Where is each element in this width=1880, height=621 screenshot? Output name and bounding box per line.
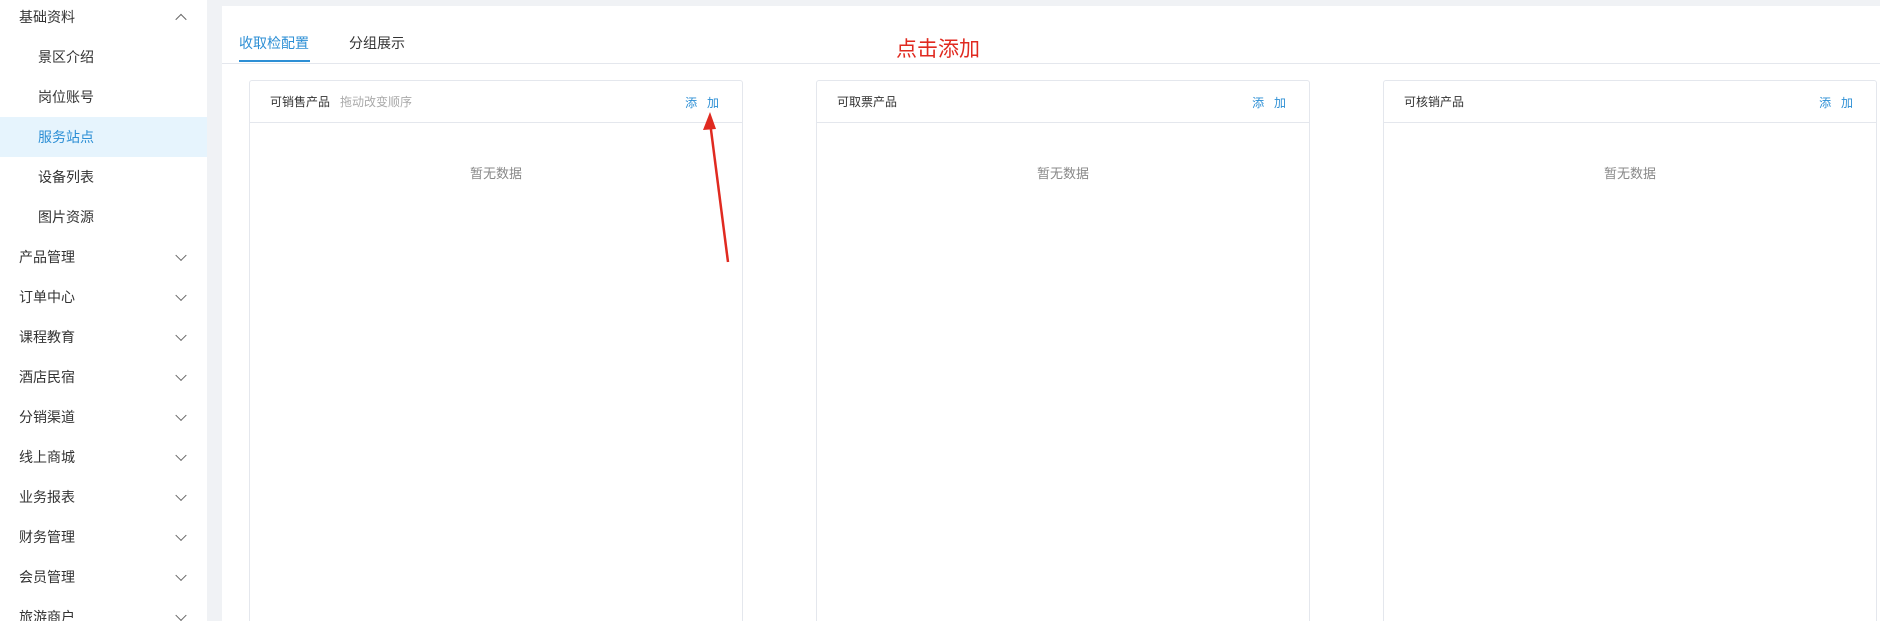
sidebar: 基础资料 景区介绍 岗位账号 服务站点 设备列表 图片资源 产品管理 订单中心 … — [0, 0, 207, 621]
card-header: 可核销产品 添 加 — [1384, 81, 1876, 123]
chevron-down-icon — [175, 289, 187, 302]
chevron-down-icon — [175, 569, 187, 582]
sidebar-group-label: 分销渠道 — [19, 410, 75, 426]
sidebar-group-basic-data[interactable]: 基础资料 — [0, 0, 207, 37]
sidebar-group-label: 会员管理 — [19, 570, 75, 586]
card-title: 可取票产品 — [837, 95, 898, 109]
empty-state: 暂无数据 — [1036, 167, 1089, 182]
add-button[interactable]: 添 加 — [1252, 94, 1289, 111]
sidebar-group-order-center[interactable]: 订单中心 — [0, 277, 207, 317]
card-title: 可核销产品 — [1404, 95, 1465, 109]
chevron-down-icon — [175, 489, 187, 502]
empty-state: 暂无数据 — [469, 167, 522, 182]
empty-state: 暂无数据 — [1603, 167, 1656, 182]
chevron-down-icon — [175, 369, 187, 382]
sidebar-group-label: 课程教育 — [19, 330, 75, 346]
sidebar-item-image-resources[interactable]: 图片资源 — [0, 197, 207, 237]
sidebar-group-label: 旅游商户 — [19, 610, 75, 621]
sidebar-group-product-mgmt[interactable]: 产品管理 — [0, 237, 207, 277]
sidebar-group-hotel[interactable]: 酒店民宿 — [0, 357, 207, 397]
sidebar-group-label: 产品管理 — [19, 250, 75, 266]
app: 基础资料 景区介绍 岗位账号 服务站点 设备列表 图片资源 产品管理 订单中心 … — [0, 0, 1880, 621]
verifiable-products-card: 可核销产品 添 加 暂无数据 — [1383, 80, 1877, 621]
sidebar-item-label: 岗位账号 — [38, 90, 94, 106]
sidebar-group-label: 订单中心 — [19, 290, 75, 306]
sidebar-item-post-account[interactable]: 岗位账号 — [0, 77, 207, 117]
chevron-down-icon — [175, 409, 187, 422]
sidebar-group-finance[interactable]: 财务管理 — [0, 517, 207, 557]
sidebar-item-label: 图片资源 — [38, 210, 94, 226]
sidebar-group-online-mall[interactable]: 线上商城 — [0, 437, 207, 477]
sidebar-item-label: 设备列表 — [38, 170, 94, 186]
chevron-down-icon — [175, 329, 187, 342]
card-header: 可取票产品 添 加 — [817, 81, 1309, 123]
annotation-click-add: 点击添加 — [896, 37, 980, 61]
sidebar-item-device-list[interactable]: 设备列表 — [0, 157, 207, 197]
main-content: 收取检配置 分组展示 点击添加 可销售产品 拖动改变顺序 添 加 暂无数据 可取… — [222, 6, 1880, 621]
sidebar-group-label: 业务报表 — [19, 490, 75, 506]
sidebar-group-business-report[interactable]: 业务报表 — [0, 477, 207, 517]
sidebar-item-label: 景区介绍 — [38, 50, 94, 66]
chevron-down-icon — [175, 529, 187, 542]
chevron-down-icon — [175, 249, 187, 262]
active-tab-indicator — [239, 60, 310, 62]
add-button[interactable]: 添 加 — [685, 94, 722, 111]
chevron-up-icon — [175, 13, 187, 26]
chevron-down-icon — [175, 609, 187, 621]
card-header: 可销售产品 拖动改变顺序 添 加 — [250, 81, 742, 123]
sidebar-group-course-edu[interactable]: 课程教育 — [0, 317, 207, 357]
sidebar-group-label: 酒店民宿 — [19, 370, 75, 386]
sidebar-item-scenic-intro[interactable]: 景区介绍 — [0, 37, 207, 77]
sellable-products-card: 可销售产品 拖动改变顺序 添 加 暂无数据 — [249, 80, 743, 621]
add-button[interactable]: 添 加 — [1819, 94, 1856, 111]
sidebar-group-distribution[interactable]: 分销渠道 — [0, 397, 207, 437]
ticket-pickup-products-card: 可取票产品 添 加 暂无数据 — [816, 80, 1310, 621]
tab-group-display[interactable]: 分组展示 — [349, 35, 405, 64]
sidebar-item-service-station[interactable]: 服务站点 — [0, 117, 207, 157]
sidebar-group-label: 基础资料 — [19, 10, 75, 26]
sidebar-group-member[interactable]: 会员管理 — [0, 557, 207, 597]
sidebar-group-travel-merchant[interactable]: 旅游商户 — [0, 597, 207, 621]
card-title: 可销售产品 — [270, 95, 331, 109]
chevron-down-icon — [175, 449, 187, 462]
tab-bar: 收取检配置 分组展示 — [222, 6, 1880, 64]
sidebar-item-label: 服务站点 — [38, 130, 94, 146]
sidebar-group-label: 财务管理 — [19, 530, 75, 546]
sidebar-group-label: 线上商城 — [19, 450, 75, 466]
card-hint: 拖动改变顺序 — [340, 95, 413, 109]
